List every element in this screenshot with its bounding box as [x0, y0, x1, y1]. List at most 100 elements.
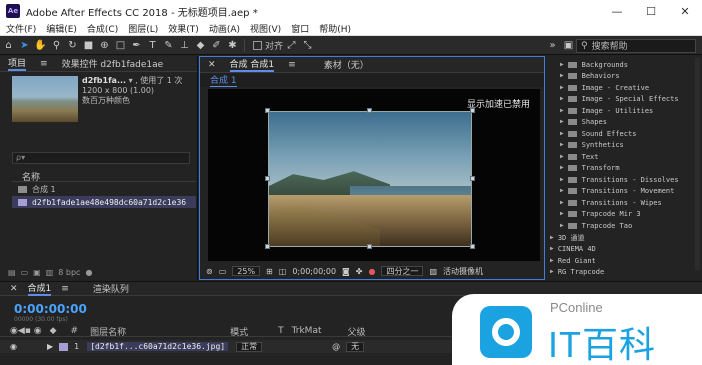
effects-folder-item[interactable]: ▶ Sound Effects [560, 128, 636, 139]
hand-tool-icon[interactable]: ✋ [33, 38, 48, 53]
effects-folder-item[interactable]: ▶ Transitions - Movement [560, 185, 674, 196]
effects-folder-item[interactable]: ▶ Shapes [560, 116, 607, 127]
project-search-input[interactable]: ρ▾ [12, 152, 190, 164]
expand-arrow-icon[interactable]: ▶ [550, 234, 554, 241]
type-tool-icon[interactable]: T [145, 38, 160, 53]
effects-folder-item[interactable]: ▶ Image - Utilities [560, 105, 653, 116]
col-layer-name[interactable]: 图层名称 [90, 325, 126, 338]
new-folder-icon[interactable]: ▭ [21, 268, 29, 277]
effects-category[interactable]: ▶ 3D 通道 [550, 232, 585, 243]
effects-folder-item[interactable]: ▶ Image - Special Effects [560, 93, 679, 104]
expand-arrow-icon[interactable]: ▶ [560, 176, 564, 183]
expand-arrow-icon[interactable]: ▶ [550, 268, 554, 275]
expand-arrow-icon[interactable]: ▶ [560, 153, 564, 160]
transform-handle[interactable] [265, 244, 270, 249]
tab-render-queue[interactable]: 渲染队列 [93, 282, 129, 295]
effects-category[interactable]: ▶ Red Giant [550, 255, 596, 266]
rectangle-tool-icon[interactable]: □ [113, 38, 128, 53]
snapshot-icon[interactable]: ◙ [342, 267, 350, 276]
snap-checkbox[interactable] [253, 40, 262, 50]
effects-folder-item[interactable]: ▶ Transform [560, 162, 620, 173]
puppet-tool-icon[interactable]: ✱ [225, 38, 240, 53]
eraser-tool-icon[interactable]: ◆ [193, 38, 208, 53]
maximize-button[interactable]: ☐ [634, 0, 668, 22]
region-of-interest-icon[interactable]: ▭ [219, 267, 227, 276]
clone-stamp-tool-icon[interactable]: ⊥ [177, 38, 192, 53]
layer-label-color-icon[interactable] [59, 342, 69, 351]
effects-category[interactable]: ▶ RG Trapcode [550, 266, 604, 277]
resolution-dropdown[interactable]: 四分之一 [381, 266, 424, 276]
snap-toggle[interactable]: 对齐 [253, 39, 283, 52]
tab-effect-controls[interactable]: 效果控件 d2fb1fade1ae [62, 57, 164, 70]
delete-icon[interactable]: ● [85, 268, 92, 277]
transform-handle[interactable] [265, 108, 270, 113]
panel-menu-icon[interactable]: ≡ [40, 59, 48, 69]
snap-options-icon[interactable]: ⤢ [284, 38, 299, 53]
menu-window[interactable]: 窗口 [291, 22, 309, 35]
mask-icon[interactable]: ◫ [279, 267, 287, 276]
project-item-footage[interactable]: d2fb1fade1ae48e498dc60a71d2c1e36 [12, 196, 196, 208]
effects-folder-item[interactable]: ▶ Synthetics [560, 139, 624, 150]
effects-folder-item[interactable]: ▶ Behaviors [560, 70, 620, 81]
menu-animation[interactable]: 动画(A) [209, 22, 240, 35]
workspace-icon[interactable]: ▣ [561, 38, 576, 53]
expand-arrow-icon[interactable]: ▶ [560, 118, 564, 125]
zoom-dropdown[interactable]: 25% [232, 266, 261, 276]
tab-project[interactable]: 项目 [8, 56, 27, 71]
effects-folder-item[interactable]: ▶ Trapcode Tao [560, 220, 632, 231]
expand-arrow-icon[interactable]: ▶ [550, 245, 554, 252]
pan-behind-tool-icon[interactable]: ⊕ [97, 38, 112, 53]
transform-handle[interactable] [265, 176, 270, 181]
show-channel-icon[interactable]: ✤ [356, 267, 363, 276]
expand-arrow-icon[interactable]: ▶ [560, 107, 564, 114]
menu-layer[interactable]: 图层(L) [128, 22, 158, 35]
project-item-comp[interactable]: 合成 1 [12, 183, 196, 195]
transform-handle[interactable] [470, 244, 475, 249]
timeline-timecode[interactable]: 0:00:00:00 [14, 302, 87, 316]
panel-menu-icon[interactable]: ≡ [61, 284, 69, 294]
menu-edit[interactable]: 编辑(E) [46, 22, 77, 35]
effects-folder-item[interactable]: ▶ Transitions - Wipes [560, 197, 662, 208]
layer-mode-dropdown[interactable]: 正常 [236, 341, 263, 352]
panel-menu-icon[interactable]: ≡ [288, 60, 296, 70]
menu-help[interactable]: 帮助(H) [319, 22, 351, 35]
composition-viewer[interactable]: 显示加速已禁用 [208, 89, 540, 261]
tab-timeline-comp[interactable]: 合成1 [27, 281, 52, 296]
new-comp-icon[interactable]: ▣ [33, 268, 41, 277]
snap-edges-icon[interactable]: ⤡ [300, 38, 315, 53]
transform-handle[interactable] [470, 176, 475, 181]
home-icon[interactable]: ⌂ [1, 38, 16, 53]
layer-expand-icon[interactable]: ▶ [47, 342, 53, 351]
col-t[interactable]: T [278, 326, 284, 336]
expand-arrow-icon[interactable]: ▶ [560, 187, 564, 194]
interpret-footage-icon[interactable]: ▤ [8, 268, 16, 277]
expand-arrow-icon[interactable]: ▶ [560, 72, 564, 79]
transform-handle[interactable] [367, 244, 372, 249]
minimize-button[interactable]: — [600, 0, 634, 22]
menu-file[interactable]: 文件(F) [6, 22, 36, 35]
effects-scrollbar[interactable] [695, 58, 700, 270]
brush-tool-icon[interactable]: ✎ [161, 38, 176, 53]
grid-icon[interactable]: ⊞ [266, 267, 273, 276]
current-time-display[interactable]: 0;00;00;00 [292, 267, 336, 276]
effects-category[interactable]: ▶ CINEMA 4D [550, 243, 596, 254]
effects-folder-item[interactable]: ▶ Backgrounds [560, 59, 628, 70]
expand-arrow-icon[interactable]: ▶ [560, 199, 564, 206]
menu-view[interactable]: 视图(V) [250, 22, 281, 35]
tab-composition[interactable]: 合成 合成1 [229, 57, 275, 72]
workspace-menu-icon[interactable]: » [545, 38, 560, 53]
expand-arrow-icon[interactable]: ▶ [560, 61, 564, 68]
transform-handle[interactable] [470, 108, 475, 113]
rotate-tool-icon[interactable]: ↻ [65, 38, 80, 53]
effects-folder-item[interactable]: ▶ Trapcode Mir 3 [560, 208, 641, 219]
zoom-tool-icon[interactable]: ⚲ [49, 38, 64, 53]
color-channel-icon[interactable]: ● [369, 267, 376, 276]
column-header-name[interactable]: 名称 [12, 170, 196, 183]
close-tab-icon[interactable]: ✕ [10, 284, 18, 294]
expand-arrow-icon[interactable]: ▶ [560, 130, 564, 137]
always-preview-icon[interactable]: ⊚ [206, 267, 213, 276]
project-settings-icon[interactable]: ▥ [46, 268, 54, 277]
search-help-input[interactable]: ⚲ 搜索帮助 [576, 38, 696, 53]
expand-arrow-icon[interactable]: ▶ [560, 141, 564, 148]
col-parent[interactable]: 父级 [348, 325, 366, 338]
